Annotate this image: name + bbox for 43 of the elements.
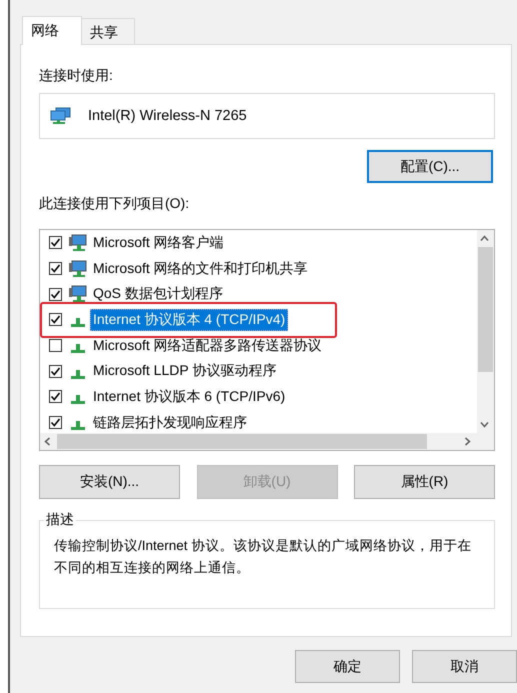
checkbox[interactable] bbox=[49, 236, 62, 250]
network-node-icon bbox=[71, 421, 85, 430]
adapter-name: Intel(R) Wireless-N 7265 bbox=[88, 108, 247, 124]
list-item[interactable]: QoS 数据包计划程序 bbox=[90, 283, 226, 306]
checkbox[interactable] bbox=[49, 364, 62, 378]
configure-button[interactable]: 配置(C)... bbox=[367, 150, 493, 183]
list-item[interactable]: 链路层拓扑发现响应程序 bbox=[90, 412, 250, 433]
list-item[interactable]: Internet 协议版本 6 (TCP/IPv6) bbox=[90, 386, 288, 408]
group-title: 描述 bbox=[45, 511, 75, 529]
list-item[interactable]: Microsoft LLDP 协议驱动程序 bbox=[90, 360, 280, 382]
scroll-right-icon[interactable] bbox=[463, 437, 472, 446]
network-node-icon bbox=[71, 318, 85, 328]
computer-icon bbox=[68, 285, 88, 304]
checkbox[interactable] bbox=[49, 390, 62, 404]
network-adapter-icon bbox=[50, 107, 72, 125]
network-node-icon bbox=[71, 370, 85, 379]
network-node-icon bbox=[71, 395, 85, 404]
list-item[interactable]: Microsoft 网络适配器多路传送器协议 bbox=[90, 334, 325, 357]
action-button[interactable]: 安装(N)... bbox=[39, 465, 180, 499]
description-text: 传输控制协议/Internet 协议。该协议是默认的广域网络协议，用于在不同的相互连接的网络上通信。 bbox=[54, 537, 472, 577]
scroll-thumb[interactable] bbox=[478, 247, 493, 372]
checkbox[interactable] bbox=[49, 288, 62, 301]
tab[interactable]: 共享 bbox=[81, 18, 135, 44]
scroll-thumb[interactable] bbox=[57, 434, 427, 449]
dialog-button[interactable]: 取消 bbox=[412, 650, 517, 683]
list-item[interactable]: Internet 协议版本 4 (TCP/IPv4) bbox=[90, 308, 288, 331]
scroll-left-icon[interactable] bbox=[43, 437, 52, 446]
checkbox[interactable] bbox=[49, 339, 62, 352]
list-item[interactable]: Microsoft 网络的文件和打印机共享 bbox=[90, 258, 311, 280]
checkbox[interactable] bbox=[49, 416, 62, 430]
field-label: 连接时使用: bbox=[39, 66, 114, 85]
dialog-button[interactable]: 确定 bbox=[295, 650, 400, 683]
scroll-up-icon[interactable] bbox=[480, 234, 489, 243]
computer-icon bbox=[68, 260, 88, 278]
checkbox[interactable] bbox=[49, 262, 62, 276]
tab[interactable]: 网络 bbox=[22, 16, 82, 45]
field-label: 此连接使用下列项目(O): bbox=[39, 194, 190, 213]
scroll-down-icon[interactable] bbox=[480, 420, 489, 429]
computer-icon bbox=[68, 234, 88, 252]
list-item[interactable]: Microsoft 网络客户端 bbox=[90, 232, 227, 254]
action-button[interactable]: 属性(R) bbox=[354, 465, 495, 499]
checkbox[interactable] bbox=[49, 313, 62, 326]
network-node-icon bbox=[71, 344, 85, 354]
